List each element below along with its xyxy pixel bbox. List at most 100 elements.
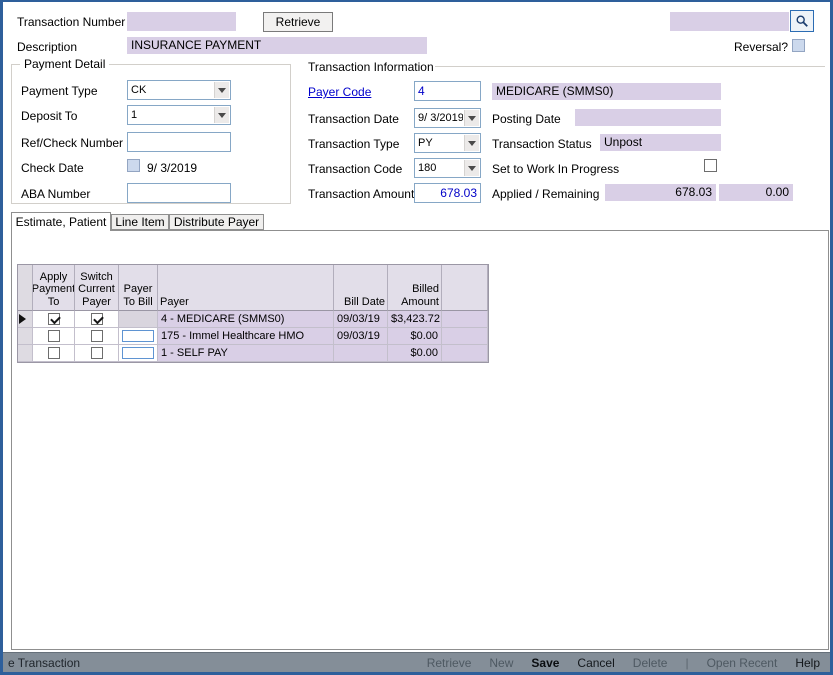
chevron-down-icon[interactable] [464, 160, 479, 176]
status-bar-actions: Retrieve New Save Cancel Delete | Open R… [427, 656, 820, 670]
payment-type-value: CK [131, 82, 213, 98]
payer-name-field: MEDICARE (SMMS0) [492, 83, 721, 100]
payer-cell[interactable]: 4 - MEDICARE (SMMS0) [158, 311, 334, 328]
row-selector-cell[interactable] [18, 345, 33, 362]
apply-payment-checkbox[interactable] [48, 347, 60, 359]
tab-line-item[interactable]: Line Item [111, 214, 169, 230]
retrieve-button[interactable]: Retrieve [263, 12, 333, 32]
extra-cell [442, 328, 488, 345]
billed-amount-cell[interactable]: $0.00 [388, 345, 442, 362]
chevron-down-icon[interactable] [214, 107, 229, 123]
transaction-status-label: Transaction Status [492, 137, 592, 151]
status-save-button[interactable]: Save [531, 656, 559, 670]
check-date-label: Check Date [21, 161, 84, 175]
apply-payment-checkbox[interactable] [48, 330, 60, 342]
payer-cell[interactable]: 1 - SELF PAY [158, 345, 334, 362]
transaction-date-value: 9/ 3/2019 [418, 110, 463, 126]
aba-number-input[interactable] [127, 183, 231, 203]
column-header-extra [442, 265, 488, 311]
table-row[interactable]: 1 - SELF PAY $0.00 [18, 345, 488, 362]
payer-to-bill-cell[interactable] [119, 328, 158, 345]
payer-cell[interactable]: 175 - Immel Healthcare HMO [158, 328, 334, 345]
chevron-down-icon[interactable] [464, 135, 479, 151]
table-row[interactable]: 4 - MEDICARE (SMMS0) 09/03/19 $3,423.72 [18, 311, 488, 328]
transaction-date-combo[interactable]: 9/ 3/2019 [414, 108, 481, 128]
apply-payment-checkbox[interactable] [48, 313, 60, 325]
bill-date-cell[interactable]: 09/03/19 [334, 311, 388, 328]
payment-type-combo[interactable]: CK [127, 80, 231, 100]
column-header-payer-to-bill[interactable]: Payer To Bill [119, 265, 158, 311]
payer-to-bill-input[interactable] [122, 330, 154, 342]
status-cancel-button[interactable]: Cancel [577, 656, 614, 670]
status-open-recent-button[interactable]: Open Recent [707, 656, 778, 670]
status-bar: e Transaction Retrieve New Save Cancel D… [3, 652, 830, 672]
transaction-window: Transaction Number Retrieve Description … [0, 0, 833, 675]
aba-number-label: ABA Number [21, 187, 90, 201]
deposit-to-label: Deposit To [21, 109, 77, 123]
table-row[interactable]: 175 - Immel Healthcare HMO 09/03/19 $0.0… [18, 328, 488, 345]
transaction-amount-label: Transaction Amount [308, 187, 414, 201]
deposit-to-combo[interactable]: 1 [127, 105, 231, 125]
switch-payer-checkbox[interactable] [91, 313, 103, 325]
transaction-amount-input[interactable]: 678.03 [414, 183, 481, 203]
switch-payer-checkbox[interactable] [91, 347, 103, 359]
chevron-down-icon[interactable] [464, 110, 479, 126]
column-header-bill-date[interactable]: Bill Date [334, 265, 388, 311]
row-selector-cell[interactable] [18, 328, 33, 345]
posting-date-label: Posting Date [492, 112, 561, 126]
search-button[interactable] [790, 10, 814, 32]
selected-row-arrow-icon [19, 314, 31, 324]
applied-remaining-label: Applied / Remaining [492, 187, 599, 201]
status-delete-button[interactable]: Delete [633, 656, 668, 670]
column-header-switch-current-payer[interactable]: Switch Current Payer [75, 265, 119, 311]
extra-cell [442, 345, 488, 362]
transaction-type-combo[interactable]: PY [414, 133, 481, 153]
description-field: INSURANCE PAYMENT [127, 37, 427, 54]
transaction-number-label: Transaction Number [17, 15, 125, 29]
quick-search-field[interactable] [670, 12, 789, 31]
transaction-number-field[interactable] [127, 12, 236, 31]
grid-corner-cell [18, 265, 33, 311]
bill-date-cell[interactable] [334, 345, 388, 362]
payer-code-input[interactable]: 4 [414, 81, 481, 101]
transaction-type-label: Transaction Type [308, 137, 399, 151]
ref-check-number-label: Ref/Check Number [21, 136, 123, 150]
payer-to-bill-input[interactable] [122, 347, 154, 359]
payer-to-bill-cell[interactable] [119, 311, 158, 328]
check-date-checkbox[interactable] [127, 159, 140, 172]
payment-type-label: Payment Type [21, 84, 98, 98]
payer-code-link[interactable]: Payer Code [308, 85, 371, 99]
transaction-code-combo[interactable]: 180 [414, 158, 481, 178]
reversal-checkbox[interactable] [792, 39, 805, 52]
bill-date-cell[interactable]: 09/03/19 [334, 328, 388, 345]
billed-amount-cell[interactable]: $0.00 [388, 328, 442, 345]
billed-amount-cell[interactable]: $3,423.72 [388, 311, 442, 328]
status-help-button[interactable]: Help [795, 656, 820, 670]
work-in-progress-label: Set to Work In Progress [492, 162, 619, 176]
ref-check-number-input[interactable] [127, 132, 231, 152]
column-header-payer[interactable]: Payer [158, 265, 334, 311]
transaction-code-value: 180 [418, 160, 463, 176]
payer-to-bill-cell[interactable] [119, 345, 158, 362]
search-icon [795, 14, 809, 28]
payer-grid: Apply Payment To Switch Current Payer Pa… [17, 264, 489, 363]
column-header-apply-payment-to[interactable]: Apply Payment To [33, 265, 75, 311]
tab-estimate-patient[interactable]: Estimate, Patient [11, 212, 111, 231]
work-in-progress-checkbox[interactable] [704, 159, 717, 172]
deposit-to-value: 1 [131, 107, 213, 123]
extra-cell [442, 311, 488, 328]
row-selector-cell[interactable] [18, 311, 33, 328]
applied-field: 678.03 [605, 184, 716, 201]
groupbox-divider [435, 66, 825, 67]
column-header-billed-amount[interactable]: Billed Amount [388, 265, 442, 311]
switch-payer-checkbox[interactable] [91, 330, 103, 342]
status-new-button[interactable]: New [489, 656, 513, 670]
tab-distribute-payer[interactable]: Distribute Payer [169, 214, 264, 230]
transaction-date-label: Transaction Date [308, 112, 399, 126]
status-retrieve-button[interactable]: Retrieve [427, 656, 472, 670]
chevron-down-icon[interactable] [214, 82, 229, 98]
posting-date-field [575, 109, 721, 126]
transaction-type-value: PY [418, 135, 463, 151]
reversal-label: Reversal? [734, 40, 788, 54]
check-date-value: 9/ 3/2019 [147, 161, 197, 175]
